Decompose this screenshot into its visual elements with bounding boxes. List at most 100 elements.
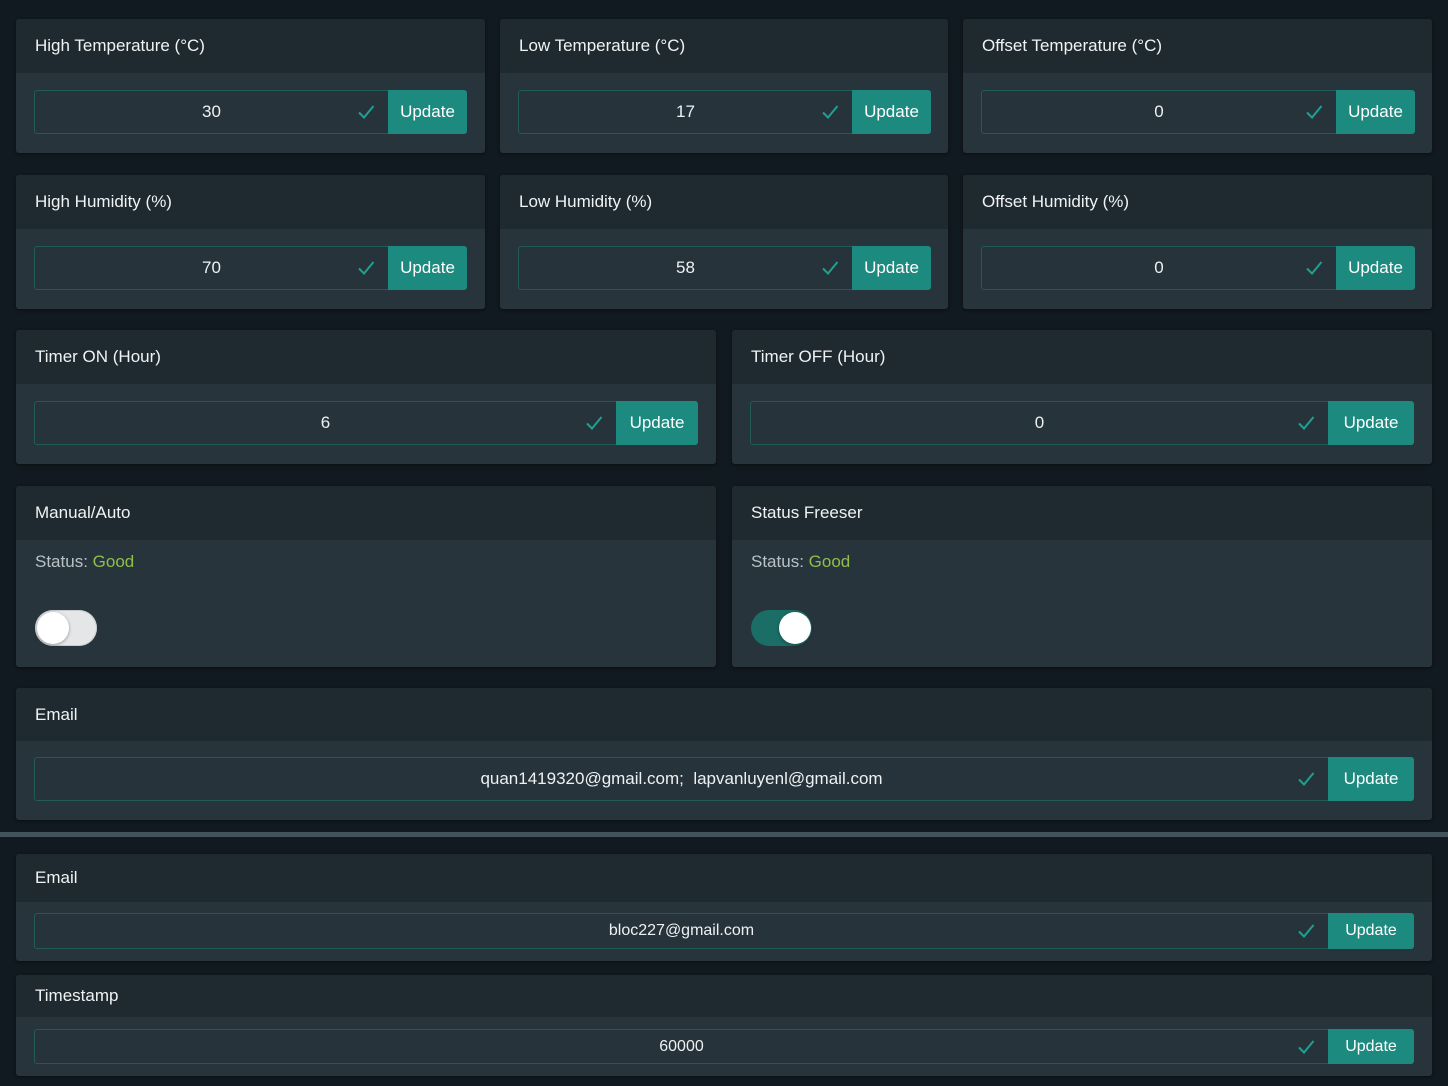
card-header: Timer ON (Hour) bbox=[16, 330, 716, 384]
card-header: High Temperature (°C) bbox=[16, 19, 485, 73]
card-title: Status Freeser bbox=[751, 503, 863, 522]
update-button[interactable]: Update bbox=[852, 246, 931, 290]
check-icon bbox=[358, 261, 375, 275]
card-header: Timestamp bbox=[16, 975, 1432, 1017]
check-icon bbox=[1306, 261, 1323, 275]
check-icon bbox=[822, 261, 839, 275]
input-wrapper bbox=[34, 913, 1328, 949]
high-humidity-card: High Humidity (%) Update bbox=[16, 175, 485, 309]
offset-temperature-input[interactable] bbox=[982, 91, 1336, 133]
manual-auto-toggle[interactable] bbox=[35, 610, 97, 646]
card-title: Timestamp bbox=[35, 986, 119, 1005]
low-humidity-input[interactable] bbox=[519, 247, 852, 289]
input-wrapper bbox=[981, 90, 1336, 134]
check-icon bbox=[586, 416, 603, 430]
update-button[interactable]: Update bbox=[616, 401, 698, 445]
update-button[interactable]: Update bbox=[388, 90, 467, 134]
timestamp-field: Update bbox=[34, 1029, 1414, 1064]
high-temperature-card: High Temperature (°C) Update bbox=[16, 19, 485, 153]
input-wrapper bbox=[518, 90, 852, 134]
timer-on-input[interactable] bbox=[35, 402, 616, 444]
check-icon bbox=[1298, 924, 1315, 938]
card-header: Email bbox=[16, 688, 1432, 741]
card-title: Offset Humidity (%) bbox=[982, 192, 1130, 211]
email-secondary-input[interactable] bbox=[35, 914, 1328, 948]
timestamp-input[interactable] bbox=[35, 1030, 1328, 1063]
email-primary-input[interactable] bbox=[35, 758, 1328, 800]
update-button[interactable]: Update bbox=[1328, 1029, 1414, 1064]
card-header: Offset Humidity (%) bbox=[963, 175, 1432, 229]
card-title: Manual/Auto bbox=[35, 503, 131, 522]
email-primary-field: Update bbox=[34, 757, 1414, 801]
card-title: Email bbox=[35, 868, 78, 887]
update-button[interactable]: Update bbox=[1328, 913, 1414, 949]
check-icon bbox=[1298, 1039, 1315, 1054]
card-header: Low Humidity (%) bbox=[500, 175, 948, 229]
input-wrapper bbox=[750, 401, 1328, 445]
high-temperature-field: Update bbox=[34, 90, 467, 134]
card-title: Low Humidity (%) bbox=[519, 192, 653, 211]
timer-off-input[interactable] bbox=[751, 402, 1328, 444]
card-header: Status Freeser bbox=[732, 486, 1432, 540]
offset-humidity-input[interactable] bbox=[982, 247, 1336, 289]
status-label: Status: bbox=[751, 552, 804, 571]
low-temperature-input[interactable] bbox=[519, 91, 852, 133]
timestamp-card: Timestamp Update bbox=[16, 975, 1432, 1076]
input-wrapper bbox=[518, 246, 852, 290]
card-title: Email bbox=[35, 704, 78, 724]
status-label: Status: bbox=[35, 552, 88, 571]
high-humidity-field: Update bbox=[34, 246, 467, 290]
check-icon bbox=[1298, 416, 1315, 430]
card-header: High Humidity (%) bbox=[16, 175, 485, 229]
offset-temperature-field: Update bbox=[981, 90, 1415, 134]
email-secondary-field: Update bbox=[34, 913, 1414, 949]
timer-on-card: Timer ON (Hour) Update bbox=[16, 330, 716, 464]
card-header: Timer OFF (Hour) bbox=[732, 330, 1432, 384]
status-line: Status: Good bbox=[35, 552, 134, 572]
offset-humidity-card: Offset Humidity (%) Update bbox=[963, 175, 1432, 309]
status-freeser-toggle[interactable] bbox=[751, 610, 812, 646]
check-icon bbox=[1306, 105, 1323, 119]
card-header: Email bbox=[16, 854, 1432, 902]
check-icon bbox=[822, 105, 839, 119]
toggle-knob bbox=[37, 612, 69, 644]
email-secondary-card: Email Update bbox=[16, 854, 1432, 961]
high-temperature-input[interactable] bbox=[35, 91, 388, 133]
input-wrapper bbox=[981, 246, 1336, 290]
input-wrapper bbox=[34, 90, 388, 134]
status-badge: Good bbox=[808, 552, 851, 571]
update-button[interactable]: Update bbox=[852, 90, 931, 134]
card-header: Manual/Auto bbox=[16, 486, 716, 540]
offset-temperature-card: Offset Temperature (°C) Update bbox=[963, 19, 1432, 153]
timer-off-field: Update bbox=[750, 401, 1414, 445]
high-humidity-input[interactable] bbox=[35, 247, 388, 289]
input-wrapper bbox=[34, 401, 616, 445]
status-badge: Good bbox=[92, 552, 135, 571]
check-icon bbox=[1298, 772, 1315, 786]
card-title: Timer OFF (Hour) bbox=[751, 347, 886, 366]
email-primary-card: Email Update bbox=[16, 688, 1432, 820]
status-freeser-card: Status Freeser Status: Good bbox=[732, 486, 1432, 667]
update-button[interactable]: Update bbox=[1336, 246, 1415, 290]
input-wrapper bbox=[34, 757, 1328, 801]
card-header: Low Temperature (°C) bbox=[500, 19, 948, 73]
update-button[interactable]: Update bbox=[1328, 757, 1414, 801]
timer-off-card: Timer OFF (Hour) Update bbox=[732, 330, 1432, 464]
card-title: Timer ON (Hour) bbox=[35, 347, 161, 366]
update-button[interactable]: Update bbox=[1328, 401, 1414, 445]
input-wrapper bbox=[34, 1029, 1328, 1064]
low-temperature-field: Update bbox=[518, 90, 931, 134]
status-line: Status: Good bbox=[751, 552, 850, 572]
input-wrapper bbox=[34, 246, 388, 290]
low-humidity-card: Low Humidity (%) Update bbox=[500, 175, 948, 309]
card-title: High Humidity (%) bbox=[35, 192, 172, 211]
section-divider bbox=[0, 832, 1448, 837]
update-button[interactable]: Update bbox=[388, 246, 467, 290]
timer-on-field: Update bbox=[34, 401, 698, 445]
low-humidity-field: Update bbox=[518, 246, 931, 290]
card-title: Offset Temperature (°C) bbox=[982, 36, 1163, 55]
card-title: High Temperature (°C) bbox=[35, 36, 205, 55]
offset-humidity-field: Update bbox=[981, 246, 1415, 290]
manual-auto-card: Manual/Auto Status: Good bbox=[16, 486, 716, 667]
update-button[interactable]: Update bbox=[1336, 90, 1415, 134]
